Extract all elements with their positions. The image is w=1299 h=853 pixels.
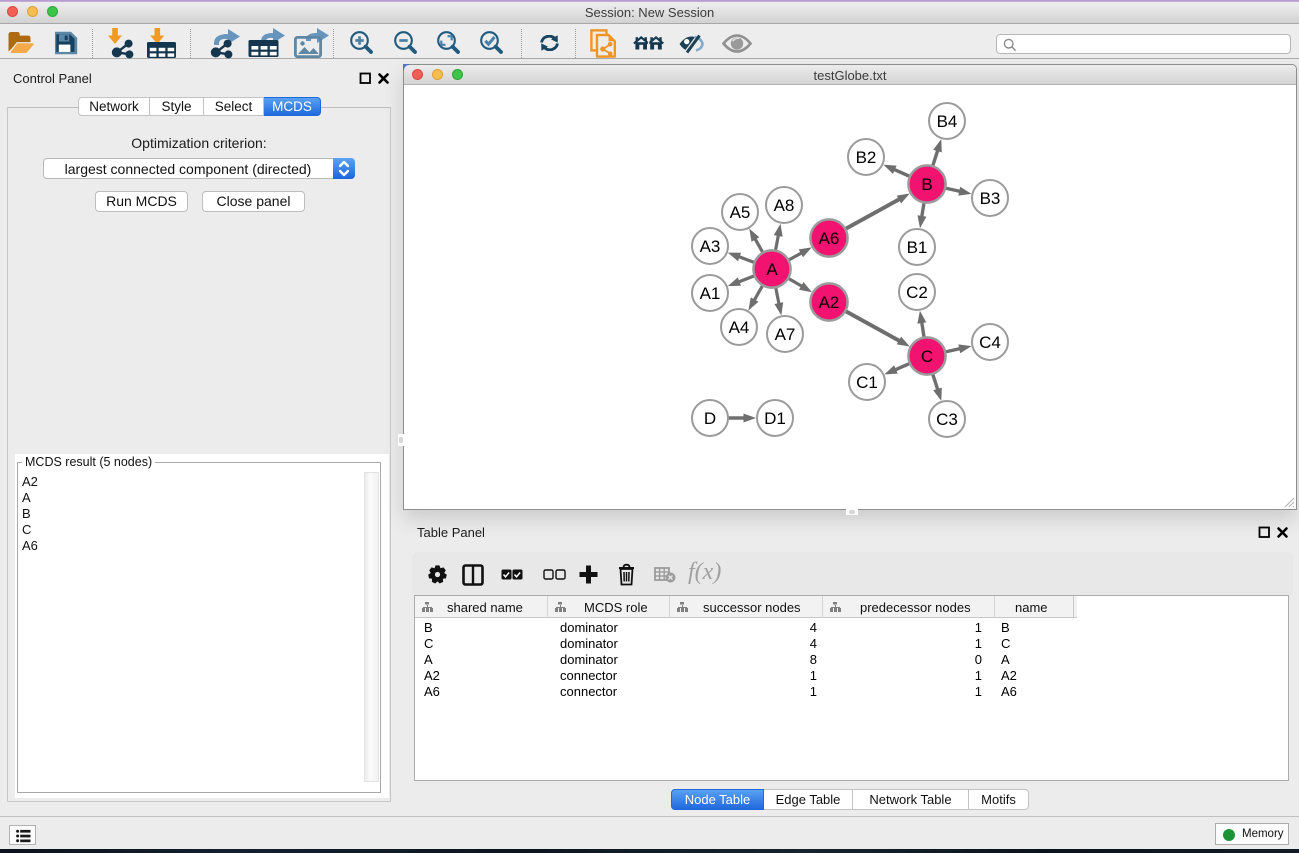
svg-text:C1: C1	[856, 373, 878, 392]
svg-text:B4: B4	[937, 112, 958, 131]
svg-text:A5: A5	[730, 203, 751, 222]
svg-text:D: D	[704, 409, 716, 428]
svg-text:B: B	[921, 175, 932, 194]
svg-text:C: C	[921, 347, 933, 366]
svg-text:A: A	[766, 260, 778, 279]
svg-text:A2: A2	[819, 293, 840, 312]
svg-text:A3: A3	[700, 237, 721, 256]
svg-text:A1: A1	[700, 284, 721, 303]
svg-text:A4: A4	[729, 318, 750, 337]
svg-text:C3: C3	[936, 410, 958, 429]
svg-text:D1: D1	[764, 409, 786, 428]
svg-text:A6: A6	[819, 229, 840, 248]
svg-text:C4: C4	[979, 333, 1001, 352]
svg-text:A7: A7	[775, 325, 796, 344]
svg-text:B1: B1	[907, 238, 928, 257]
svg-text:B3: B3	[980, 189, 1001, 208]
svg-text:B2: B2	[856, 148, 877, 167]
svg-text:A8: A8	[774, 196, 795, 215]
svg-text:C2: C2	[906, 283, 928, 302]
